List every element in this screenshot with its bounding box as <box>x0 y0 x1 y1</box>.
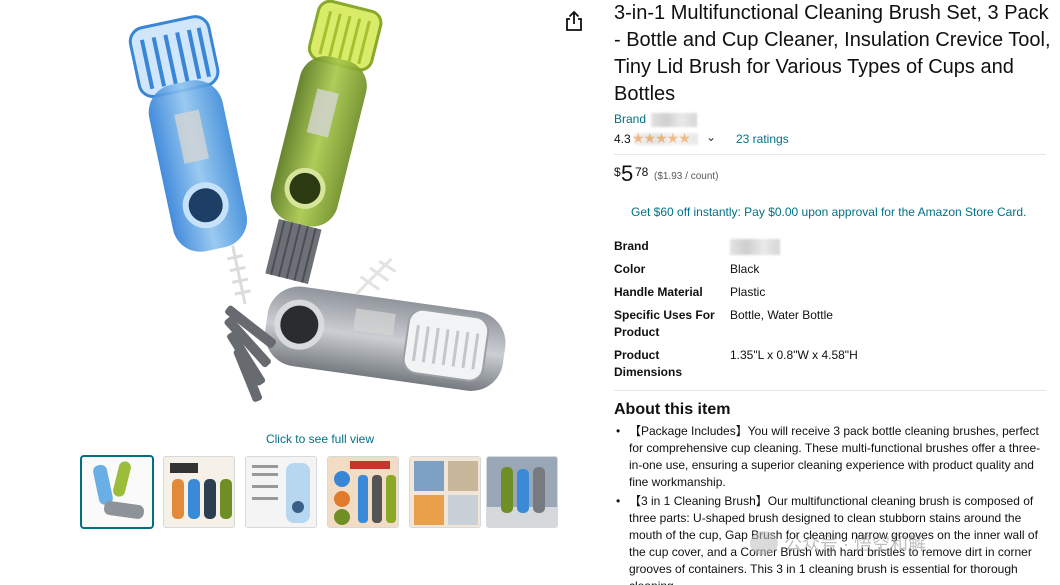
price-fraction: 78 <box>635 165 649 179</box>
rating-row: 4.3 ★★★★★ ⌄ 23 ratings <box>614 130 1054 148</box>
spec-key: Color <box>614 262 646 276</box>
spec-row: Product Dimensions 1.35"L x 0.8"W x 4.58… <box>614 344 1046 384</box>
chevron-down-icon[interactable]: ⌄ <box>706 130 716 144</box>
about-this-item-heading: About this item <box>614 401 731 418</box>
thumbnail-4[interactable] <box>327 456 399 528</box>
main-product-image[interactable] <box>60 0 560 430</box>
price-per-unit: ($1.93 / count) <box>654 171 719 182</box>
brand-name-redacted <box>651 112 698 127</box>
spec-key: Handle Material <box>614 285 703 299</box>
thumbnail-strip <box>81 456 561 530</box>
thumbnail-1[interactable] <box>81 456 153 528</box>
price-whole: 5 <box>621 161 634 186</box>
rating-value: 4.3 <box>614 132 631 146</box>
divider <box>614 390 1046 391</box>
brand-prefix: Brand <box>614 112 647 126</box>
price-block: $ 5 78 ($1.93 / count) <box>614 161 1054 193</box>
product-details-panel: 3-in-1 Multifunctional Cleaning Brush Se… <box>614 0 1054 585</box>
spec-key: Specific Uses For Product <box>614 308 715 339</box>
thumbnail-5[interactable] <box>409 456 481 528</box>
spec-value: Black <box>730 262 760 276</box>
ratings-count-link[interactable]: 23 ratings <box>736 132 789 146</box>
price-currency-symbol: $ <box>614 165 621 179</box>
spec-value: Bottle, Water Bottle <box>730 308 833 322</box>
about-bullet: 【3 in 1 Cleaning Brush】Our multifunction… <box>614 493 1046 585</box>
about-bullet-list: 【Package Includes】You will receive 3 pac… <box>614 423 1046 585</box>
product-title: 3-in-1 Multifunctional Cleaning Brush Se… <box>614 2 1051 105</box>
spec-key: Brand <box>614 239 649 253</box>
spec-value <box>730 235 1046 258</box>
thumbnail-6[interactable] <box>486 456 558 528</box>
divider <box>614 154 1046 155</box>
store-card-promo-link[interactable]: Get $60 off instantly: Pay $0.00 upon ap… <box>614 205 1054 219</box>
spec-row: Brand <box>614 235 1046 258</box>
thumbnail-3[interactable] <box>245 456 317 528</box>
spec-key: Product Dimensions <box>614 348 683 379</box>
about-bullet: 【Package Includes】You will receive 3 pac… <box>614 423 1046 491</box>
spec-row: Color Black <box>614 258 1046 281</box>
product-specs-table: Brand Color Black Handle Material Plasti… <box>614 235 1046 384</box>
spec-value: 1.35"L x 0.8"W x 4.58"H <box>730 348 858 362</box>
spec-row: Specific Uses For Product Bottle, Water … <box>614 304 1046 344</box>
brand-value-redacted <box>730 238 780 255</box>
share-icon[interactable] <box>563 10 585 32</box>
spec-row: Handle Material Plastic <box>614 281 1046 304</box>
star-blur-overlay <box>634 133 698 145</box>
thumbnail-2[interactable] <box>163 456 235 528</box>
spec-value: Plastic <box>730 285 766 299</box>
brand-store-link[interactable]: Brand <box>614 112 1054 128</box>
click-to-see-full-view-link[interactable]: Click to see full view <box>0 432 640 446</box>
